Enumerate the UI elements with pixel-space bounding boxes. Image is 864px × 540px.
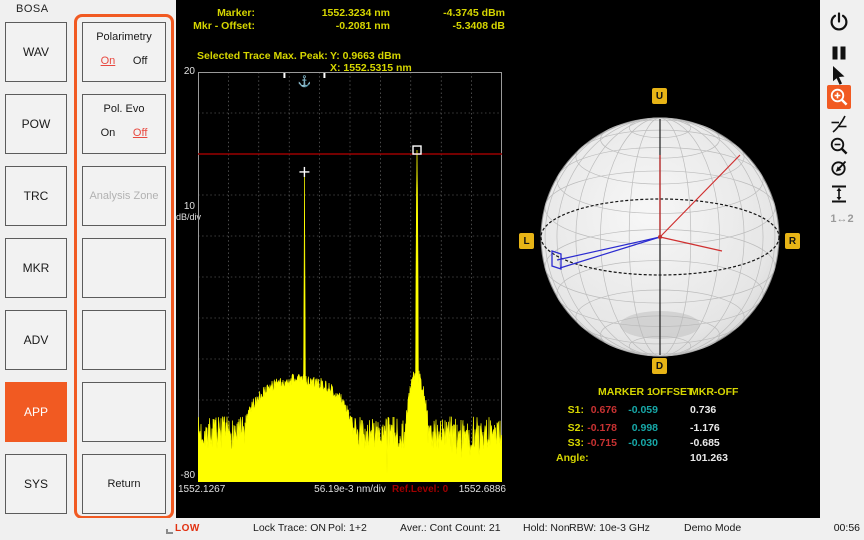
mkr-offset-label: Mkr - Offset: bbox=[193, 20, 255, 32]
bosa-app-window: BOSA WAV POW TRC MKR ADV APP SYS Polarim… bbox=[0, 0, 864, 540]
s1-offset-value: -0.059 bbox=[628, 403, 658, 416]
return-button[interactable]: Return bbox=[82, 454, 166, 514]
return-label: Return bbox=[107, 478, 141, 490]
marker-power-value: -4.3745 dBm bbox=[443, 7, 505, 19]
zoom-in-icon[interactable] bbox=[827, 85, 851, 109]
brand-label: BOSA bbox=[16, 3, 49, 15]
s1-marker-value: 0.676 bbox=[590, 403, 617, 416]
fit-vertical-icon[interactable] bbox=[827, 182, 851, 206]
low-label: LOW bbox=[175, 523, 200, 534]
svg-text:⚓: ⚓ bbox=[298, 75, 312, 88]
main-display: Marker: 1552.3234 nm -4.3745 dBm Mkr - O… bbox=[176, 0, 820, 518]
zoom-undo-icon[interactable] bbox=[827, 157, 851, 181]
s2-offset-value: 0.998 bbox=[631, 421, 658, 434]
polarimetry-title: Polarimetry bbox=[96, 31, 152, 43]
marker-wavelength-value: 1552.3234 nm bbox=[321, 7, 390, 19]
anchor-marker-icon[interactable]: ⚓ bbox=[283, 73, 326, 88]
pol-evo-panel: Pol. Evo On Off bbox=[82, 94, 166, 154]
sphere-label-right: R bbox=[785, 233, 800, 249]
sphere-label-down: D bbox=[652, 358, 667, 374]
s2-label: S2: bbox=[567, 421, 584, 434]
sidebar-item-mkr[interactable]: MKR bbox=[5, 238, 67, 298]
marker1-cross[interactable] bbox=[299, 166, 310, 177]
clock: 00:56 bbox=[833, 522, 860, 534]
trace-toggle-icon[interactable]: 1↔2 bbox=[827, 207, 857, 231]
stokes-row-s3: S3: -0.715 -0.030 -0.685 bbox=[556, 435, 776, 450]
power-icon[interactable] bbox=[827, 10, 851, 34]
max-peak-label: Selected Trace Max. Peak: bbox=[197, 50, 328, 62]
x-axis-end-label: 1552.6886 bbox=[458, 484, 506, 495]
sidebar-item-app[interactable]: APP bbox=[5, 382, 67, 442]
stokes-row-angle: Angle: 101.263 bbox=[556, 450, 776, 465]
polarimetry-on-button[interactable]: On bbox=[101, 55, 116, 67]
stokes-header-mkroff: MKR-OFF bbox=[690, 386, 739, 398]
zoom-out-icon[interactable] bbox=[827, 134, 851, 158]
pol-evo-off-button[interactable]: Off bbox=[133, 127, 147, 139]
sphere-center-dot bbox=[658, 235, 662, 239]
cursor-icon[interactable] bbox=[827, 63, 851, 87]
y-axis-div-unit: dB/div bbox=[176, 212, 202, 222]
pol-evo-on-button[interactable]: On bbox=[101, 127, 116, 139]
sidebar-item-wav[interactable]: WAV bbox=[5, 22, 67, 82]
s3-mkroff-value: -0.685 bbox=[690, 436, 720, 449]
submenu-empty-cell bbox=[82, 310, 166, 370]
submenu-empty-cell bbox=[82, 382, 166, 442]
angle-label: Angle: bbox=[556, 451, 589, 464]
status-averaging: Aver.: Cont bbox=[400, 522, 452, 534]
sidebar-item-trc[interactable]: TRC bbox=[5, 166, 67, 226]
s1-mkroff-value: 0.736 bbox=[690, 403, 717, 416]
pol-evo-title: Pol. Evo bbox=[103, 103, 145, 115]
max-peak-y-value: Y: 0.9663 dBm bbox=[330, 50, 402, 62]
submenu-empty-cell bbox=[82, 238, 166, 298]
y-axis-div-number: 10 bbox=[183, 201, 195, 212]
y-axis-top-label: 20 bbox=[183, 66, 195, 77]
low-signal-indicator: LOW bbox=[166, 523, 200, 534]
status-bar: LOW Lock Trace: ON Pol: 1+2 Aver.: Cont … bbox=[0, 518, 864, 540]
s3-label: S3: bbox=[567, 436, 584, 449]
s2-marker-value: -0.178 bbox=[587, 421, 617, 434]
s3-offset-value: -0.030 bbox=[628, 436, 658, 449]
s2-mkroff-value: -1.176 bbox=[690, 421, 720, 434]
marker-readout-label: Marker: bbox=[217, 7, 255, 19]
stokes-header-offset: OFFSET bbox=[652, 386, 694, 398]
analysis-zone-label: Analysis Zone bbox=[89, 190, 159, 202]
y-axis-bottom-label: -80 bbox=[180, 470, 195, 481]
low-level-icon bbox=[166, 529, 173, 534]
polarimetry-panel: Polarimetry On Off bbox=[82, 22, 166, 82]
status-count: Count: 21 bbox=[455, 522, 501, 534]
stokes-row-s1: S1: 0.676 -0.059 0.736 bbox=[556, 402, 776, 417]
mkr-offset-power-value: -5.3408 dB bbox=[452, 20, 505, 32]
sphere-label-left: L bbox=[519, 233, 534, 249]
sidebar-item-adv[interactable]: ADV bbox=[5, 310, 67, 370]
polarimetry-off-button[interactable]: Off bbox=[133, 55, 147, 67]
status-demo-mode: Demo Mode bbox=[684, 522, 742, 534]
zoom-x-span-icon[interactable] bbox=[827, 112, 851, 136]
status-lock-trace: Lock Trace: ON bbox=[253, 522, 326, 534]
poincare-sphere[interactable] bbox=[530, 107, 790, 367]
stokes-table: MARKER 1 OFFSET MKR-OFF S1: 0.676 -0.059… bbox=[556, 386, 776, 465]
sphere-label-up: U bbox=[652, 88, 667, 104]
s1-label: S1: bbox=[567, 403, 584, 416]
angle-value: 101.263 bbox=[690, 451, 728, 464]
status-rbw: RBW: 10e-3 GHz bbox=[569, 522, 650, 534]
spectrum-plot-canvas[interactable]: ⚓ bbox=[197, 72, 503, 483]
right-toolbar: 1↔2 bbox=[820, 0, 864, 518]
stokes-header-marker1: MARKER 1 bbox=[598, 386, 653, 398]
sidebar-item-sys[interactable]: SYS bbox=[5, 454, 67, 514]
s3-marker-value: -0.715 bbox=[587, 436, 617, 449]
stokes-row-s2: S2: -0.178 0.998 -1.176 bbox=[556, 420, 776, 435]
mkr-offset-wavelength-value: -0.2081 nm bbox=[335, 20, 390, 32]
analysis-zone-button[interactable]: Analysis Zone bbox=[82, 166, 166, 226]
status-pol: Pol: 1+2 bbox=[328, 522, 367, 534]
status-hold: Hold: Non bbox=[523, 522, 570, 534]
pause-icon[interactable] bbox=[827, 41, 851, 65]
sidebar-item-pow[interactable]: POW bbox=[5, 94, 67, 154]
